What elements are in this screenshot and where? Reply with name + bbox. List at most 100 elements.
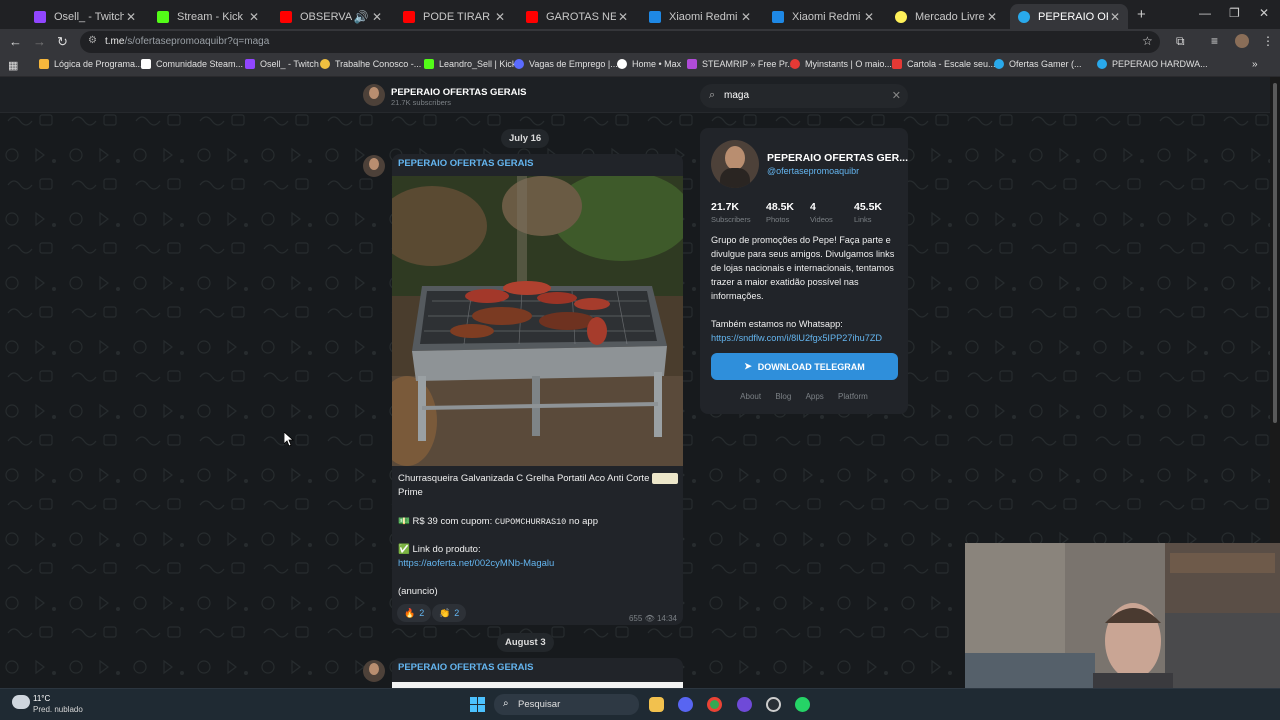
reaction-clap[interactable]: 👏 2 [432,604,467,622]
product-link[interactable]: https://aoferta.net/002cyMNb-Magalu [398,558,554,569]
restore-button[interactable]: ❐ [1229,6,1240,20]
close-icon[interactable]: ✕ [862,10,876,24]
url-text[interactable]: t.me/s/ofertasepromoaquibr?q=maga [105,36,269,47]
tab-youtube-3[interactable]: GAROTAS NERDS est✕ [518,4,636,29]
bookmark-icon [514,59,524,69]
windows-start-icon[interactable] [470,697,485,712]
cloud-icon[interactable] [12,695,30,709]
bookmark-item[interactable]: Osell_ - Twitch [245,59,319,69]
chrome-icon[interactable] [707,697,722,712]
channel-name[interactable]: PEPERAIO OFERTAS GERAIS [391,87,526,98]
channel-handle[interactable]: @ofertasepromoaquibr [767,166,859,176]
reload-icon[interactable]: ↻ [57,34,68,50]
tab-youtube-2[interactable]: PODE TIRAR UMA FO✕ [395,4,513,29]
bookmark-item[interactable]: PEPERAIO HARDWA... [1097,59,1208,69]
bookmark-icon [39,59,49,69]
file-explorer-icon[interactable] [649,697,664,712]
bookmark-icon [790,59,800,69]
whatsapp-link[interactable]: https://sndflw.com/i/8lU2fgx5IPP27ihu7ZD [711,331,903,345]
tab-kick[interactable]: Stream - Kick Dashbo✕ [149,4,267,29]
bookmark-star-icon[interactable]: ☆ [1142,34,1153,48]
tab-twitch[interactable]: Osell_ - Twitch ✕ [26,4,144,29]
channel-subscribers: 21.7K subscribers [391,98,452,107]
address-bar[interactable]: ⚙ t.me/s/ofertasepromoaquibr?q=maga [80,31,1160,53]
stat-photos: 48.5K Photos [766,201,795,224]
close-window-button[interactable]: ✕ [1259,6,1269,20]
bookmark-item[interactable]: Leandro_Sell | Kick [424,59,516,69]
bookmark-item[interactable]: Vagas de Emprego |... [514,59,618,69]
coupon-code[interactable]: CUPOMCHURRAS10 [495,517,566,527]
close-icon[interactable]: ✕ [739,10,753,24]
apps-grid-icon[interactable]: ▦ [8,59,18,72]
bookmark-item[interactable]: Lógica de Programa... [39,59,143,69]
whatsapp-icon[interactable] [795,697,810,712]
tab-youtube-1[interactable]: OBSERVAÇÕES DI🔊✕ [272,4,390,29]
stat-videos: 4 Videos [810,201,833,224]
bookmark-item[interactable]: Myinstants | O maio... [790,59,892,69]
taskbar-search[interactable]: ⌕ Pesquisar [494,694,639,715]
link-label: ✅ Link do produto: [398,544,481,555]
tab-xiaomi-1[interactable]: Xiaomi Redmi Note✕ [641,4,759,29]
post-author[interactable]: PEPERAIO OFERTAS GERAIS [398,158,533,169]
close-icon[interactable]: ✕ [124,10,138,24]
new-tab-button[interactable]: + [1137,6,1146,23]
weather-temperature[interactable]: 11°C [33,694,50,703]
download-telegram-button[interactable]: ➤ DOWNLOAD TELEGRAM [711,353,898,380]
bookmark-item[interactable]: Home • Max [617,59,681,69]
minimize-button[interactable]: — [1199,6,1211,20]
tab-mercado-livre[interactable]: Mercado Livre Brasil✕ [887,4,1005,29]
post-price: 💵 R$ 39 com cupom: CUPOMCHURRAS10 no app [398,516,598,527]
clear-search-icon[interactable]: ✕ [892,89,901,102]
bookmark-item[interactable]: Comunidade Steam... [141,59,243,69]
card-title: PEPERAIO OFERTAS GER... [767,152,908,164]
extensions-icon[interactable]: ⧉ [1176,34,1185,49]
channel-info-card: PEPERAIO OFERTAS GER... @ofertasepromoaq… [700,128,908,414]
search-icon: ⌕ [709,89,716,101]
bookmark-item[interactable]: Cartola - Escale seu... [892,59,996,69]
search-query[interactable]: maga [724,90,749,101]
post-avatar[interactable] [363,660,385,682]
platform-link[interactable]: Platform [838,392,868,401]
bookmark-item[interactable]: Trabalhe Conosco -... [320,59,421,69]
blog-link[interactable]: Blog [775,392,791,401]
more-bookmarks-icon[interactable]: » [1252,59,1258,70]
discord-icon[interactable] [678,697,693,712]
search-input[interactable]: ⌕ maga ✕ [700,84,908,108]
bookmark-item[interactable]: Ofertas Gamer (... [994,59,1082,69]
post-avatar[interactable] [363,155,385,177]
stat-subscribers: 21.7K Subscribers [711,201,751,224]
close-icon[interactable]: ✕ [1108,10,1122,24]
forward-icon[interactable]: → [33,34,46,49]
close-icon[interactable]: ✕ [370,10,384,24]
site-info-icon[interactable]: ⚙ [88,35,97,46]
scrollbar-thumb[interactable] [1273,83,1277,423]
tab-telegram[interactable]: PEPERAIO OFERTAS G✕ [1010,4,1128,29]
date-separator: July 16 [501,129,550,148]
close-icon[interactable]: ✕ [493,10,507,24]
date-separator: August 3 [497,633,554,652]
speaker-icon[interactable]: 🔊 [352,10,370,24]
product-photo[interactable] [392,176,683,466]
kick-icon [157,10,169,23]
youtube-icon [526,10,538,23]
close-icon[interactable]: ✕ [247,10,261,24]
message-post: PEPERAIO OFERTAS GERAIS [392,658,683,688]
close-icon[interactable]: ✕ [985,10,999,24]
weather-status[interactable]: Pred. nublado [33,705,83,714]
apps-link[interactable]: Apps [806,392,824,401]
reaction-fire[interactable]: 🔥 2 [397,604,432,622]
about-link[interactable]: About [740,392,761,401]
menu-icon[interactable]: ⋮ [1262,34,1274,48]
back-icon[interactable]: ← [9,34,22,49]
channel-avatar[interactable] [363,84,385,106]
post-author[interactable]: PEPERAIO OFERTAS GERAIS [398,662,533,673]
telegram-plane-icon: ➤ [744,361,752,371]
steam-icon[interactable] [766,697,781,712]
profile-avatar[interactable] [1235,34,1249,48]
twitch-app-icon[interactable] [737,697,752,712]
bookmark-item[interactable]: STEAMRIP » Free Pr... [687,59,795,69]
media-control-icon[interactable]: ≡ [1211,34,1218,48]
close-icon[interactable]: ✕ [616,10,630,24]
tab-xiaomi-2[interactable]: Xiaomi Redmi 15 256✕ [764,4,882,29]
channel-avatar [711,140,759,188]
